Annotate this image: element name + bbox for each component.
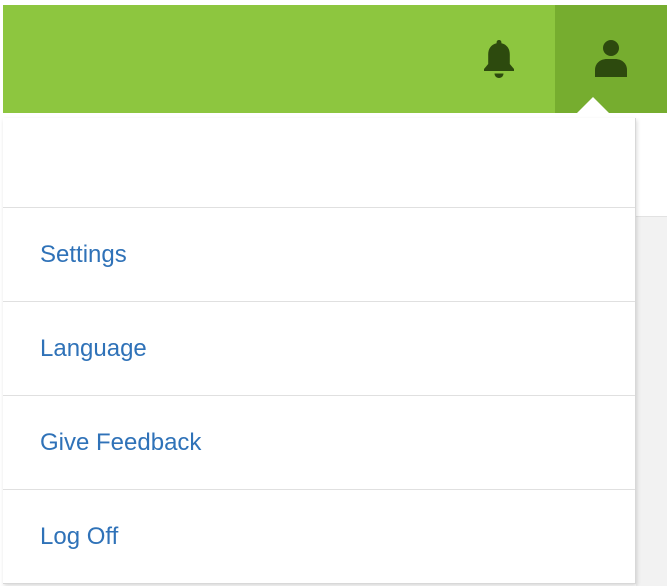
user-menu-header: [3, 118, 635, 208]
user-icon: [595, 40, 627, 77]
menu-item-label: Log Off: [40, 522, 119, 550]
menu-item-language[interactable]: Language: [3, 302, 635, 396]
user-dropdown-menu: Settings Language Give Feedback Log Off: [3, 118, 636, 584]
dropdown-caret-icon: [577, 97, 609, 113]
menu-item-label: Settings: [40, 240, 127, 268]
notifications-button[interactable]: [466, 5, 532, 113]
menu-item-settings[interactable]: Settings: [3, 208, 635, 302]
menu-item-label: Language: [40, 334, 147, 362]
page-content-gray-area: [636, 217, 667, 586]
user-menu-button[interactable]: [555, 5, 667, 113]
menu-item-label: Give Feedback: [40, 428, 202, 456]
page-content-edge: [636, 118, 667, 217]
bell-icon: [484, 40, 514, 78]
menu-item-log-off[interactable]: Log Off: [3, 490, 635, 583]
menu-item-give-feedback[interactable]: Give Feedback: [3, 396, 635, 490]
